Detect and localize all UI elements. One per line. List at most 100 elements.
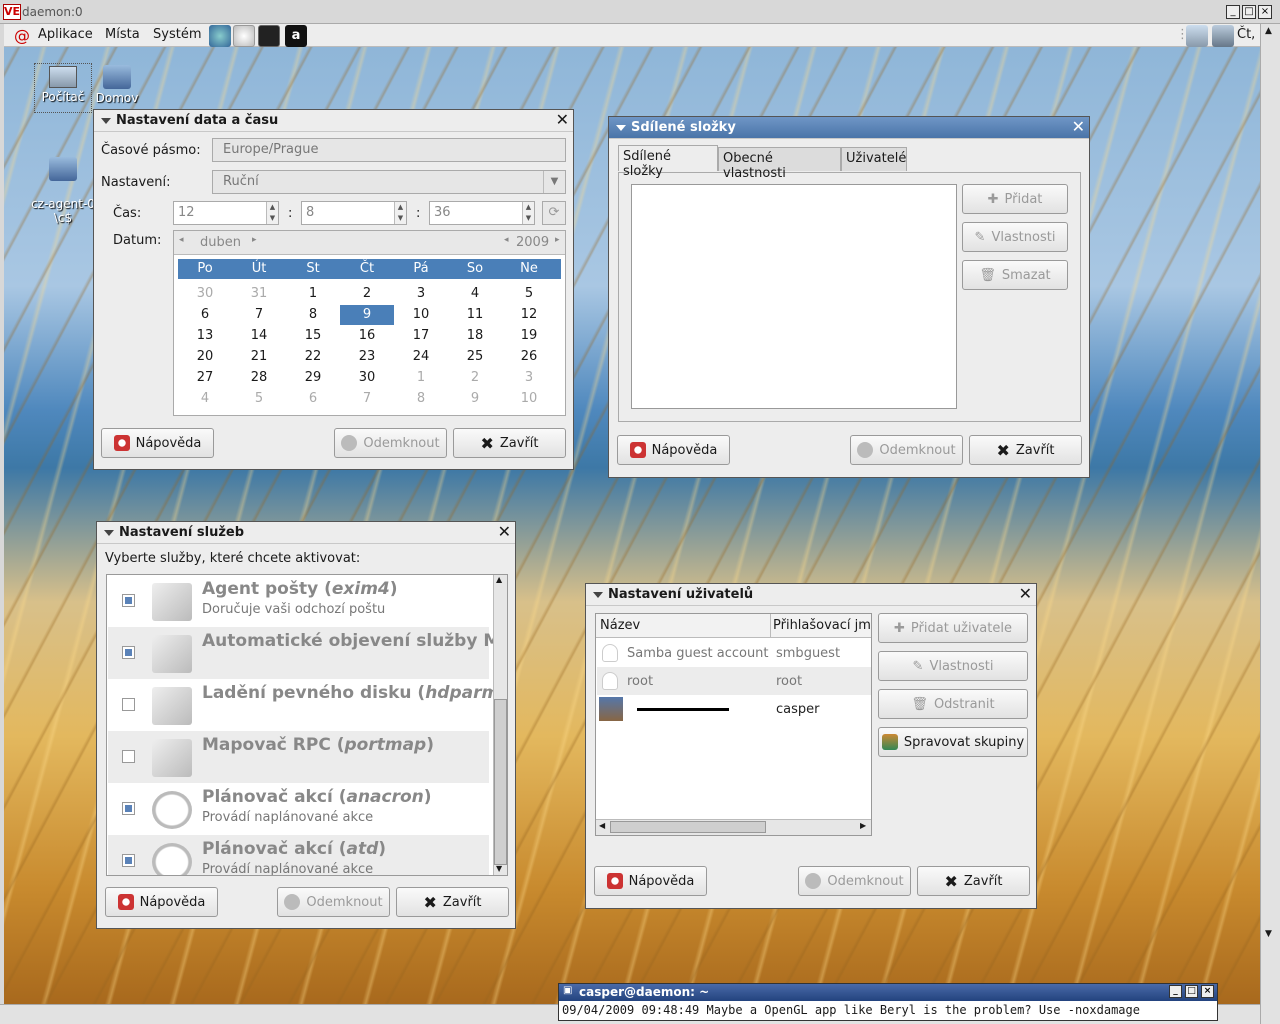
menu-system[interactable]: Systém — [153, 27, 201, 42]
calendar-day[interactable]: 18 — [448, 326, 502, 346]
user-row[interactable]: Samba guest account smbguest — [597, 639, 871, 667]
spinner-arrows-icon[interactable]: ▲ ▼ — [522, 202, 534, 224]
remove-user-button[interactable]: 🗑 Odstranit — [878, 689, 1028, 719]
calendar-day[interactable]: 24 — [394, 347, 448, 367]
calendar-day[interactable]: 23 — [340, 347, 394, 367]
calendar-day[interactable]: 3 — [502, 368, 556, 388]
calendar-day[interactable]: 6 — [286, 389, 340, 409]
delete-share-button[interactable]: 🗑 Smazat — [962, 260, 1068, 290]
add-user-button[interactable]: ✚ Přidat uživatele — [878, 613, 1028, 643]
calendar-day[interactable]: 9 — [448, 389, 502, 409]
close-icon[interactable]: ✕ — [556, 110, 569, 130]
service-item[interactable]: Plánovač akcí (anacron) Provádí naplánova… — [108, 783, 489, 835]
calendar-day[interactable]: 7 — [232, 305, 286, 325]
tab-shared-folders[interactable]: Sdílené složky — [618, 145, 718, 179]
scroll-right-icon[interactable]: ▶ — [860, 821, 866, 830]
calendar-day[interactable]: 4 — [178, 389, 232, 409]
service-item[interactable]: Agent pošty (exim4) Doručuje vaši odchozí… — [108, 575, 489, 627]
tab-users[interactable]: Uživatelé — [841, 147, 907, 171]
calendar-day[interactable]: 14 — [232, 326, 286, 346]
service-checkbox[interactable] — [122, 802, 135, 815]
close-icon[interactable]: ✕ — [1072, 117, 1085, 137]
services-scrollbar[interactable]: ▲ ▼ — [493, 575, 507, 875]
chevron-down-icon[interactable]: ▼ — [543, 171, 565, 193]
calendar-day[interactable]: 10 — [394, 305, 448, 325]
prev-year-icon[interactable]: ◂ — [504, 235, 509, 245]
scrollbar-thumb[interactable] — [494, 699, 507, 865]
calendar-day[interactable]: 22 — [286, 347, 340, 367]
close-icon[interactable]: ✕ — [1019, 584, 1032, 604]
maximize-icon[interactable]: □ — [1185, 985, 1198, 998]
help-button[interactable]: Nápověda — [594, 866, 707, 896]
service-checkbox[interactable] — [122, 698, 135, 711]
column-name[interactable]: Název — [600, 618, 640, 633]
calendar-day[interactable]: 2 — [448, 368, 502, 388]
share-properties-button[interactable]: ✎ Vlastnosti — [962, 222, 1068, 252]
app-launcher-icon[interactable]: a — [285, 25, 307, 47]
calendar-day[interactable]: 12 — [502, 305, 556, 325]
spinner-arrows-icon[interactable]: ▲ ▼ — [394, 202, 406, 224]
services-list[interactable]: Agent pošty (exim4) Doručuje vaši odchozí… — [106, 574, 508, 876]
unlock-button[interactable]: Odemknout — [277, 887, 390, 917]
scroll-down-icon[interactable]: ▼ — [1265, 929, 1272, 939]
calendar-day[interactable]: 1 — [286, 284, 340, 304]
window-menu-icon[interactable] — [104, 530, 114, 536]
calendar-day[interactable]: 17 — [394, 326, 448, 346]
scroll-up-icon[interactable]: ▲ — [496, 575, 502, 584]
unlock-button[interactable]: Odemknout — [334, 428, 447, 458]
calendar-day[interactable]: 28 — [232, 368, 286, 388]
manage-groups-button[interactable]: Spravovat skupiny — [878, 727, 1028, 757]
next-month-icon[interactable]: ▸ — [252, 235, 257, 245]
clock[interactable]: Čt, — [1237, 27, 1255, 42]
spinner-arrows-icon[interactable]: ▲ ▼ — [266, 202, 278, 224]
calendar-day[interactable]: 30 — [340, 368, 394, 388]
add-share-button[interactable]: ✚ Přidat — [962, 184, 1068, 214]
calendar-day[interactable]: 10 — [502, 389, 556, 409]
service-item[interactable]: Plánovač akcí (atd) Provádí naplánované a… — [108, 835, 489, 875]
service-checkbox[interactable] — [122, 854, 135, 867]
service-checkbox[interactable] — [122, 750, 135, 763]
calendar-day[interactable]: 11 — [448, 305, 502, 325]
unlock-button[interactable]: Odemknout — [850, 435, 963, 465]
desktop-icon-computer[interactable]: Počítač — [34, 63, 92, 113]
shares-list[interactable] — [631, 184, 957, 409]
second-spinner[interactable]: 36 ▲ ▼ — [429, 201, 535, 225]
calendar-day-selected[interactable]: 9 — [340, 305, 394, 325]
scroll-down-icon[interactable]: ▼ — [496, 864, 502, 873]
tab-general-properties[interactable]: Obecné vlastnosti — [718, 147, 841, 181]
calendar-day[interactable]: 3 — [394, 284, 448, 304]
users-table[interactable]: Název Přihlašovací jme Samba guest accou… — [595, 613, 872, 836]
menu-applications[interactable]: Aplikace — [38, 27, 93, 42]
calendar-day[interactable]: 1 — [394, 368, 448, 388]
users-titlebar[interactable]: Nastavení uživatelů ✕ — [586, 584, 1036, 606]
minute-spinner[interactable]: 8 ▲ ▼ — [301, 201, 407, 225]
calendar-day[interactable]: 5 — [502, 284, 556, 304]
calendar-day[interactable]: 21 — [232, 347, 286, 367]
user-row[interactable]: casper — [597, 695, 871, 723]
scroll-left-icon[interactable]: ◀ — [599, 821, 605, 830]
minimize-icon[interactable]: _ — [1226, 5, 1240, 19]
window-menu-icon[interactable] — [101, 118, 111, 124]
datetime-titlebar[interactable]: Nastavení data a času ✕ — [94, 110, 573, 132]
terminal-window[interactable]: ▣ casper@daemon: ~ _ □ × 09/04/2009 09:4… — [558, 983, 1218, 1021]
prev-month-icon[interactable]: ◂ — [179, 235, 184, 245]
calendar-day[interactable]: 30 — [178, 284, 232, 304]
calendar-day[interactable]: 8 — [394, 389, 448, 409]
user-row[interactable]: root root — [597, 667, 871, 695]
calendar-day[interactable]: 26 — [502, 347, 556, 367]
window-menu-icon[interactable] — [593, 592, 603, 598]
service-item[interactable]: Automatické objevení služby Mul — [108, 627, 507, 679]
window-menu-icon[interactable] — [616, 125, 626, 131]
timezone-field[interactable]: Europe/Prague — [212, 138, 566, 162]
calendar[interactable]: ◂ duben ▸ ◂ 2009 ▸ Po Út St Čt Pá So Ne 30 31 1 2… — [173, 230, 566, 416]
service-item[interactable]: Mapovač RPC (portmap) — [108, 731, 489, 783]
calendar-day[interactable]: 25 — [448, 347, 502, 367]
service-checkbox[interactable] — [122, 594, 135, 607]
users-icon[interactable] — [1212, 25, 1234, 47]
calendar-day[interactable]: 19 — [502, 326, 556, 346]
calendar-day[interactable]: 7 — [340, 389, 394, 409]
calendar-day[interactable]: 31 — [232, 284, 286, 304]
terminal-launcher-icon[interactable] — [258, 25, 280, 47]
hour-spinner[interactable]: 12 ▲ ▼ — [173, 201, 279, 225]
service-item[interactable]: Ladění pevného disku (hdparm) — [108, 679, 507, 731]
